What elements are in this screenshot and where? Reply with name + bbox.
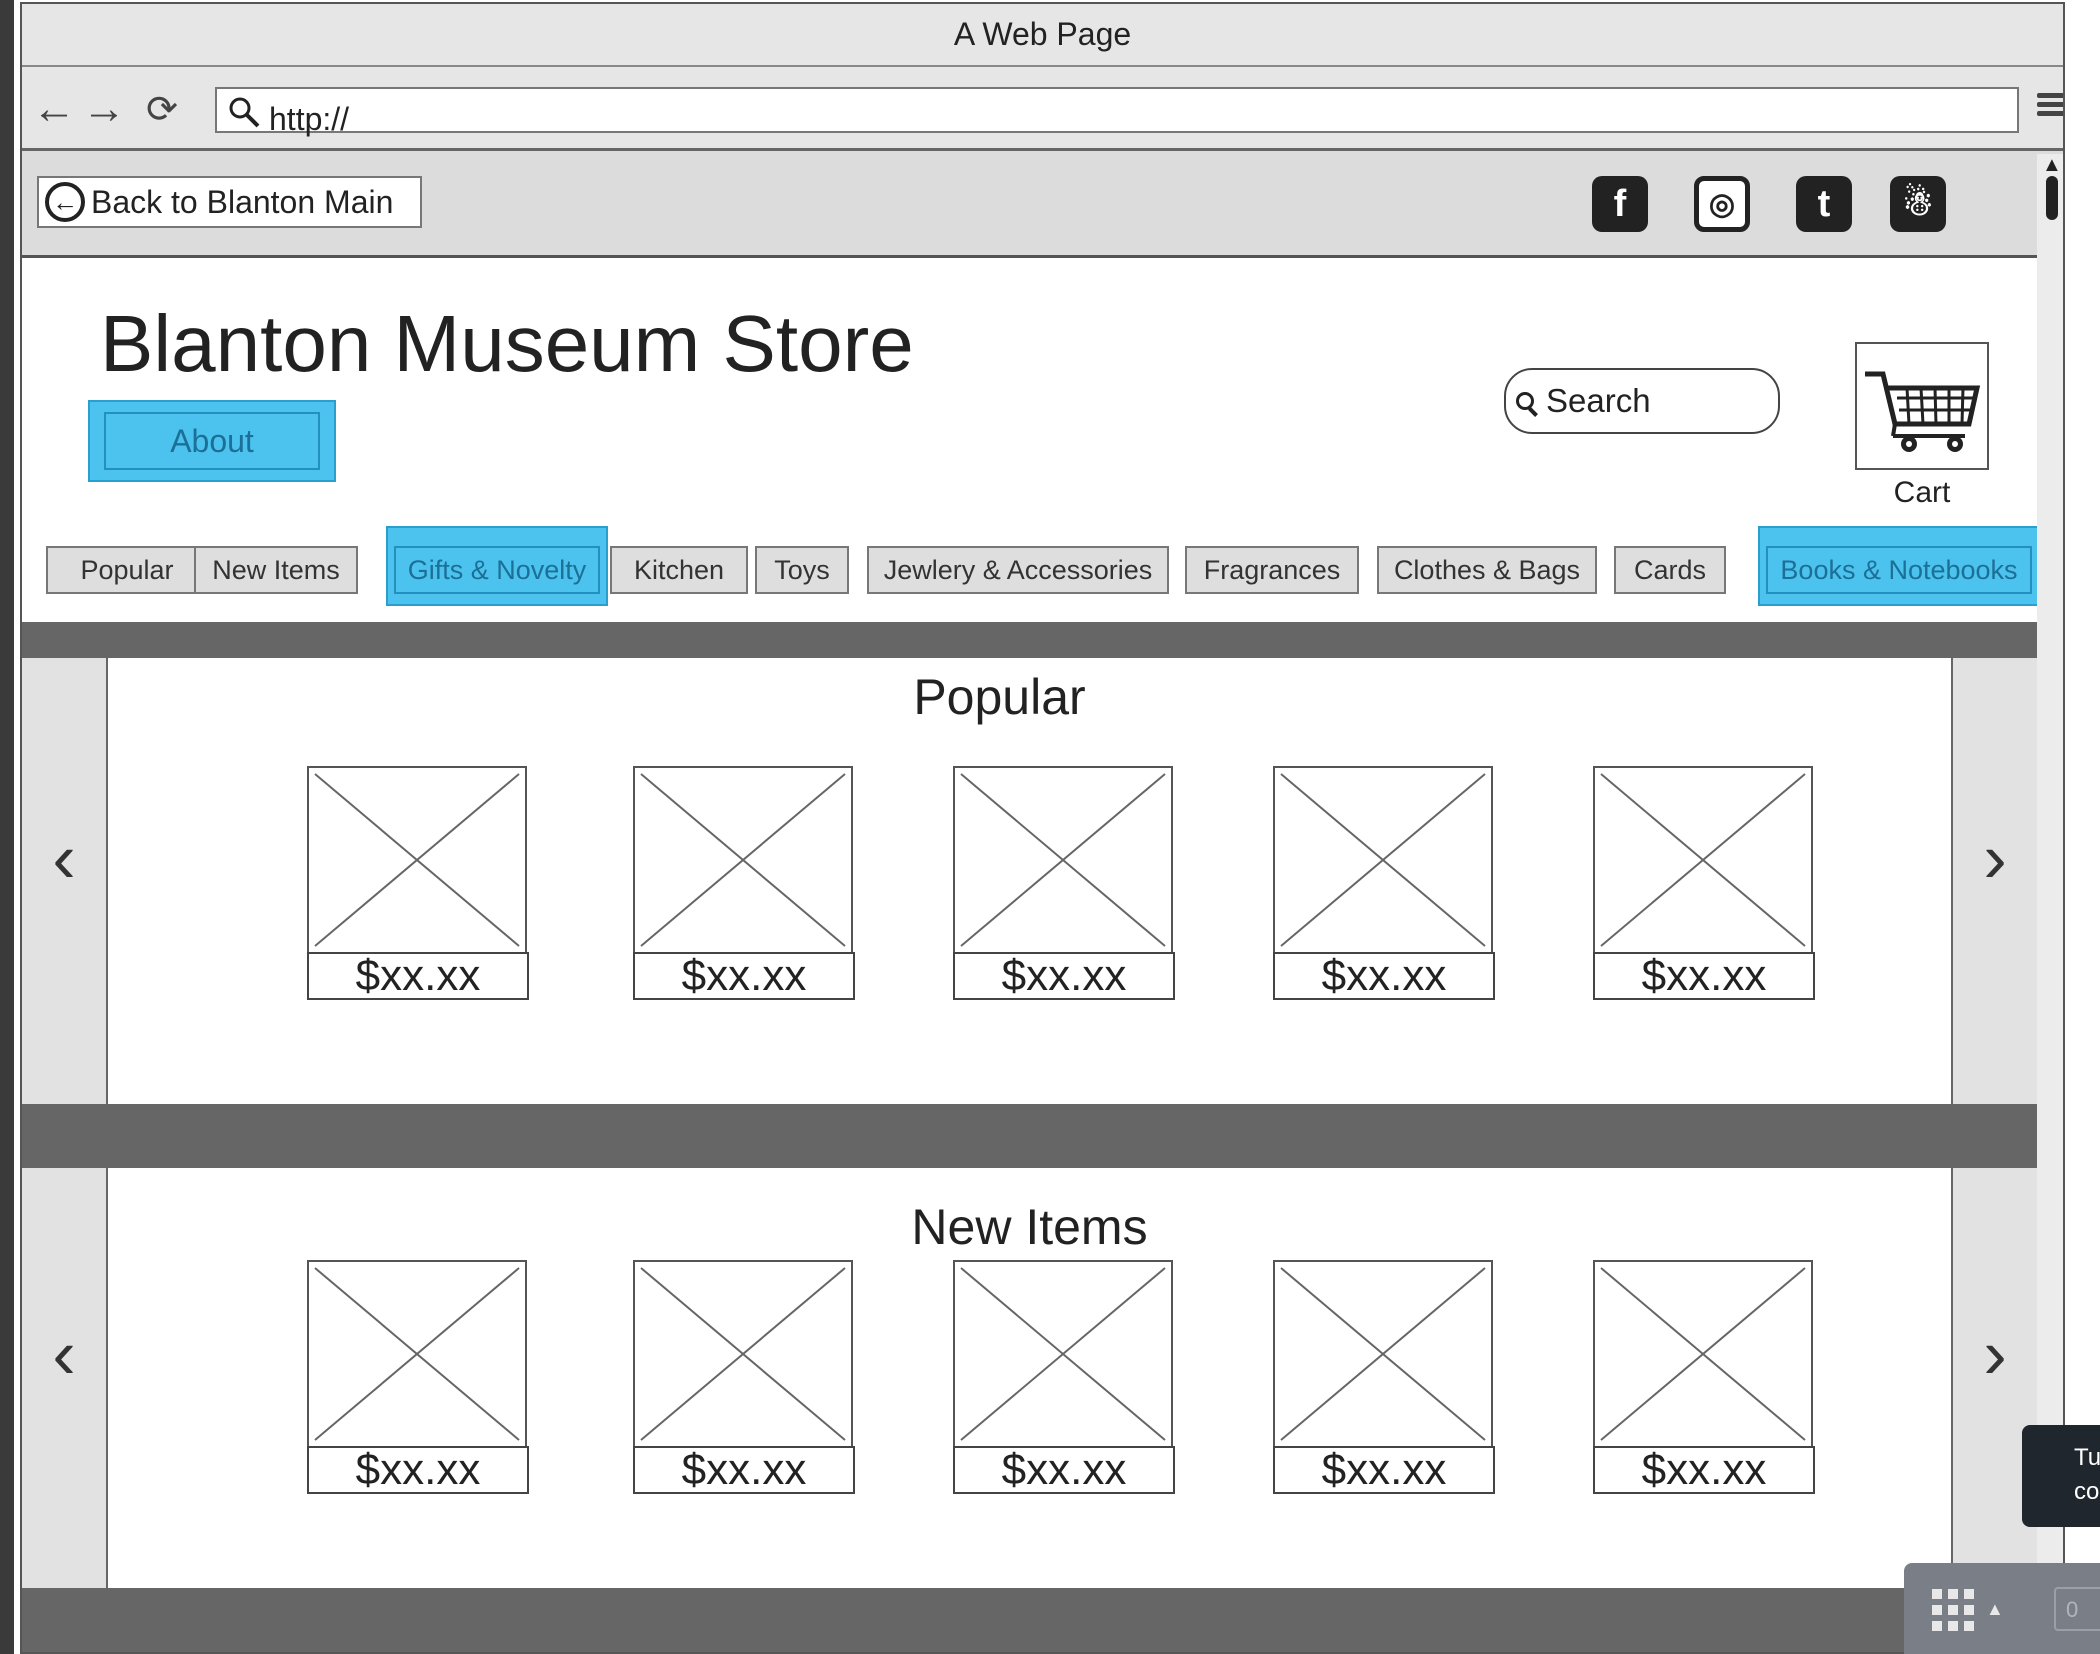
product-card[interactable]: $xx.xx bbox=[953, 766, 1175, 1002]
reload-icon[interactable]: ⟳ bbox=[140, 87, 184, 131]
image-placeholder-icon bbox=[633, 1260, 853, 1448]
url-search-icon bbox=[229, 97, 260, 128]
grid-icon[interactable] bbox=[1932, 1589, 1976, 1633]
chevron-right-icon: › bbox=[1983, 819, 2007, 897]
new-items-section: ‹ › New Items $xx.xx $xx.xx $xx.xx $xx.xx $xx.x… bbox=[22, 1168, 2037, 1588]
category-tab[interactable]: Toys bbox=[755, 546, 849, 594]
category-tab[interactable]: Kitchen bbox=[610, 546, 748, 594]
search-placeholder: Search bbox=[1546, 382, 1651, 419]
page-viewport: ← Back to Blanton Main f ◎ t ☃ Blanton M… bbox=[22, 154, 2040, 1652]
tooltip-line: co bbox=[2074, 1478, 2100, 1505]
bottom-toolbar-widget: ▲ 0 bbox=[1904, 1563, 2100, 1654]
tooltip-popup: Tu co bbox=[2022, 1425, 2100, 1527]
left-edge-strip bbox=[0, 0, 14, 1654]
section-divider bbox=[22, 1104, 2037, 1168]
category-tab[interactable]: Books & Notebooks bbox=[1766, 546, 2032, 594]
section-title: New Items bbox=[911, 1199, 1148, 1255]
image-placeholder-icon bbox=[953, 766, 1173, 954]
cart-label: Cart bbox=[1893, 476, 1951, 509]
about-button[interactable]: About bbox=[104, 412, 320, 470]
image-placeholder-icon bbox=[1273, 766, 1493, 954]
browser-window: A Web Page ← → ⟳ http:// ← Back to Blant… bbox=[20, 2, 2065, 1654]
page-number-field[interactable]: 0 bbox=[2054, 1587, 2100, 1631]
section-divider bbox=[22, 622, 2037, 658]
social-bar: ← Back to Blanton Main f ◎ t ☃ bbox=[22, 154, 2037, 258]
product-card[interactable]: $xx.xx bbox=[1273, 1260, 1495, 1496]
product-price: $xx.xx bbox=[1593, 951, 1815, 1000]
chevron-left-icon: ‹ bbox=[52, 1315, 76, 1393]
cart-button[interactable] bbox=[1855, 342, 1989, 470]
product-price: $xx.xx bbox=[633, 1445, 855, 1494]
product-card[interactable]: $xx.xx bbox=[633, 766, 855, 1002]
browser-toolbar: ← → ⟳ http:// bbox=[22, 67, 2063, 151]
section-title: Popular bbox=[913, 669, 1086, 725]
category-tab[interactable]: Gifts & Novelty bbox=[394, 546, 600, 594]
scroll-up-icon[interactable]: ▲ bbox=[2042, 154, 2062, 177]
store-title: Blanton Museum Store bbox=[100, 299, 914, 388]
shopping-cart-icon bbox=[1865, 371, 1981, 452]
facebook-icon[interactable]: f bbox=[1592, 176, 1648, 232]
product-price: $xx.xx bbox=[1273, 1445, 1495, 1494]
product-card[interactable]: $xx.xx bbox=[953, 1260, 1175, 1496]
tooltip-line: Tu bbox=[2074, 1444, 2100, 1471]
window-title: A Web Page bbox=[22, 4, 2063, 67]
back-arrow-icon[interactable]: ← bbox=[32, 84, 76, 133]
image-placeholder-icon bbox=[953, 1260, 1173, 1448]
category-tab[interactable]: Popular bbox=[46, 546, 208, 594]
image-placeholder-icon bbox=[307, 1260, 527, 1448]
product-card[interactable]: $xx.xx bbox=[1593, 1260, 1815, 1496]
image-placeholder-icon bbox=[633, 766, 853, 954]
product-card[interactable]: $xx.xx bbox=[1273, 766, 1495, 1002]
product-price: $xx.xx bbox=[633, 951, 855, 1000]
product-card[interactable]: $xx.xx bbox=[633, 1260, 855, 1496]
image-placeholder-icon bbox=[1593, 1260, 1813, 1448]
product-price: $xx.xx bbox=[953, 951, 1175, 1000]
instagram-icon[interactable]: ◎ bbox=[1694, 176, 1750, 232]
image-placeholder-icon bbox=[1593, 766, 1813, 954]
product-price: $xx.xx bbox=[953, 1445, 1175, 1494]
circle-arrow-left-icon: ← bbox=[45, 182, 85, 222]
product-price: $xx.xx bbox=[1593, 1445, 1815, 1494]
product-price: $xx.xx bbox=[307, 1445, 529, 1494]
forward-arrow-icon[interactable]: → bbox=[82, 84, 126, 133]
product-card[interactable]: $xx.xx bbox=[307, 766, 529, 1002]
popular-section: ‹ › Popular $xx.xx $xx.xx $xx.xx $xx.xx $xx.xx bbox=[22, 658, 2037, 1104]
product-card[interactable]: $xx.xx bbox=[1593, 766, 1815, 1002]
caret-up-icon[interactable]: ▲ bbox=[1986, 1599, 2004, 1620]
product-card[interactable]: $xx.xx bbox=[307, 1260, 529, 1496]
product-price: $xx.xx bbox=[307, 951, 529, 1000]
back-to-main-button[interactable]: ← Back to Blanton Main bbox=[37, 176, 422, 228]
category-tab[interactable]: Jewlery & Accessories bbox=[867, 546, 1169, 594]
image-placeholder-icon bbox=[1273, 1260, 1493, 1448]
category-tab[interactable]: Fragrances bbox=[1185, 546, 1359, 594]
category-tab[interactable]: New Items bbox=[194, 546, 358, 594]
menu-icon[interactable] bbox=[2037, 89, 2063, 127]
scroll-thumb[interactable] bbox=[2046, 176, 2058, 220]
snapchat-icon[interactable]: ☃ bbox=[1890, 176, 1946, 232]
chevron-left-icon: ‹ bbox=[52, 819, 76, 897]
chevron-right-icon: › bbox=[1983, 1315, 2007, 1393]
category-tab[interactable]: Clothes & Bags bbox=[1377, 546, 1597, 594]
image-placeholder-icon bbox=[307, 766, 527, 954]
about-highlight: About bbox=[88, 400, 336, 482]
product-price: $xx.xx bbox=[1273, 951, 1495, 1000]
url-text: http:// bbox=[269, 101, 350, 137]
category-tab[interactable]: Cards bbox=[1614, 546, 1726, 594]
twitter-icon[interactable]: t bbox=[1796, 176, 1852, 232]
search-input[interactable]: Search bbox=[1504, 368, 1780, 434]
section-divider bbox=[22, 1588, 2037, 1652]
url-bar[interactable]: http:// bbox=[215, 87, 2019, 137]
search-icon bbox=[1516, 392, 1534, 410]
back-button-label: Back to Blanton Main bbox=[91, 183, 394, 220]
